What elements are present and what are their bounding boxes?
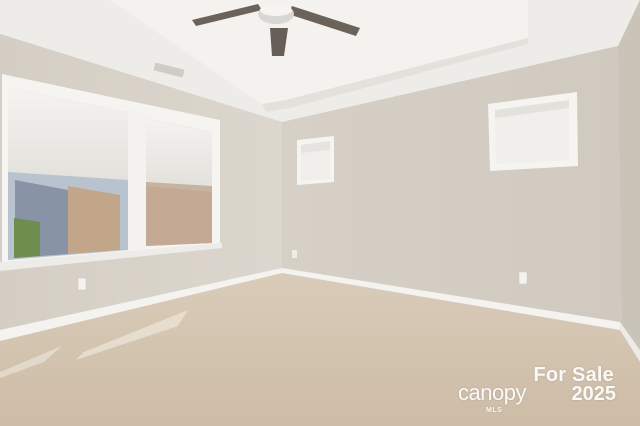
watermark-mls: MLS — [486, 407, 503, 414]
listing-watermark: For Sale canopy MLS 2025 — [458, 364, 618, 414]
small-window-right — [488, 92, 578, 171]
wall-outlet — [518, 271, 528, 285]
empty-bedroom-photo: For Sale canopy MLS 2025 — [0, 0, 640, 426]
small-window-center — [297, 136, 334, 185]
wall-outlet — [77, 277, 87, 291]
watermark-year: 2025 — [571, 383, 617, 405]
wall-outlet — [292, 250, 297, 258]
room-illustration — [0, 0, 640, 426]
watermark-brand: canopy — [458, 380, 526, 405]
